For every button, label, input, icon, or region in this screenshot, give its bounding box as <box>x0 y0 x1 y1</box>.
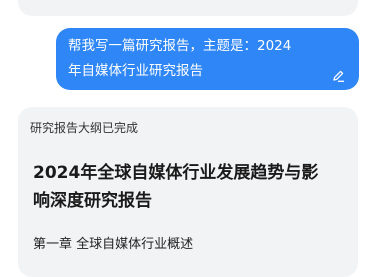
user-message-line-1: 帮我写一篇研究报告，主题是：2024 <box>68 38 292 54</box>
user-message-line-2: 年自媒体行业研究报告 <box>68 63 203 79</box>
report-title-line-1: 2024年全球自媒体行业发展趋势与影 <box>33 163 319 183</box>
previous-message-card <box>18 0 358 16</box>
report-title: 2024年全球自媒体行业发展趋势与影 响深度研究报告 <box>33 159 353 215</box>
chapter-heading: 第一章 全球自媒体行业概述 <box>33 237 194 252</box>
report-title-line-2: 响深度研究报告 <box>33 191 152 211</box>
user-message-bubble[interactable]: 帮我写一篇研究报告，主题是：2024 年自媒体行业研究报告 <box>56 28 359 90</box>
outline-status-text: 研究报告大纲已完成 <box>30 121 139 135</box>
edit-icon[interactable] <box>331 67 345 82</box>
ai-response-card: 研究报告大纲已完成 2024年全球自媒体行业发展趋势与影 响深度研究报告 第一章… <box>18 107 358 277</box>
